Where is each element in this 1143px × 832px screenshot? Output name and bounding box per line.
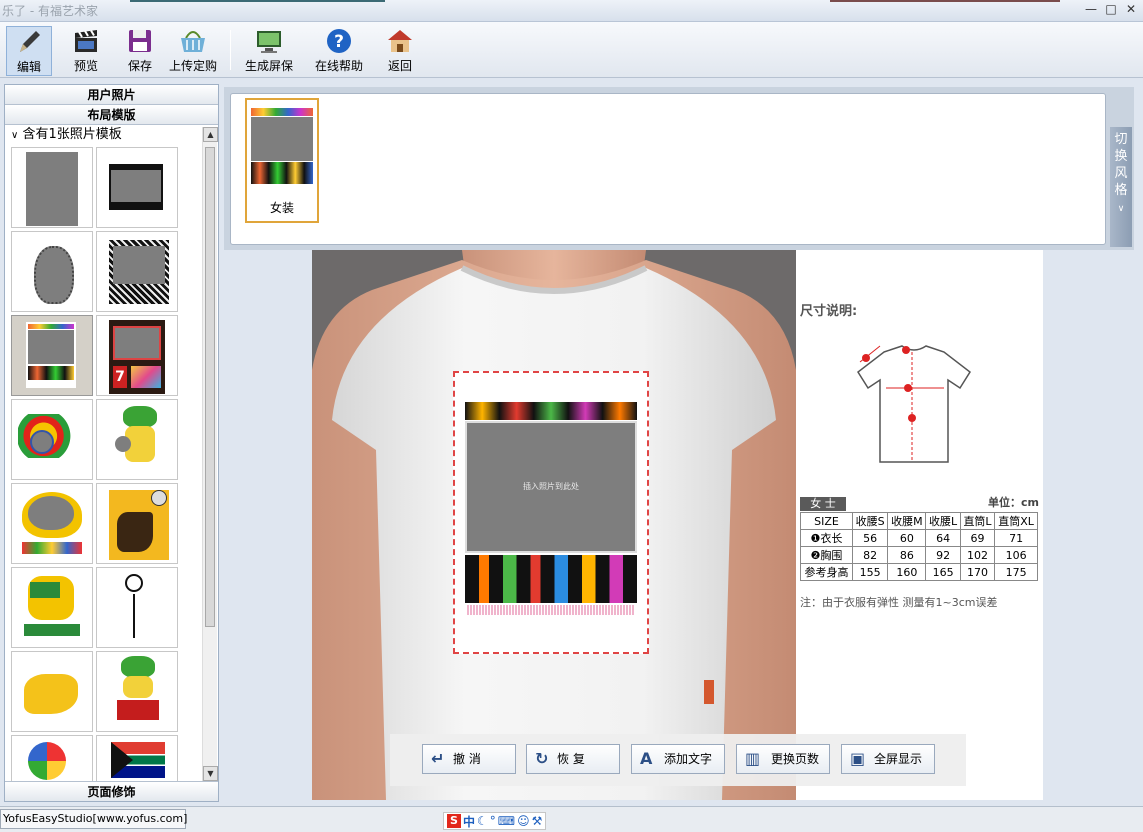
template-panel: 用户照片 布局模版 ∨ 含有1张照片模板 7 ▲ ▼ 页面修饰 [4, 84, 219, 802]
tshirt-model-photo: 插入照片到此处 [312, 250, 796, 800]
template-thumbnails: 7 [11, 147, 179, 781]
template-thumbnail[interactable] [96, 651, 178, 732]
text-a-icon: A [640, 749, 653, 768]
user-icon: ☺ [517, 814, 530, 828]
scroll-up-icon[interactable]: ▲ [203, 127, 218, 142]
wrench-icon: ⚒ [531, 814, 543, 828]
style-item-label: 女装 [269, 201, 294, 215]
photo-placeholder[interactable]: 插入照片到此处 [465, 421, 637, 553]
save-button[interactable]: 保存 [118, 26, 162, 76]
template-thumbnail[interactable] [96, 231, 178, 312]
clapperboard-icon [71, 26, 101, 56]
close-button[interactable]: ✕ [1123, 3, 1139, 17]
page-decoration-tab[interactable]: 页面修饰 [5, 781, 218, 801]
shopping-basket-icon [178, 26, 208, 56]
book-icon: ▥ [745, 749, 761, 768]
size-unit: 单位：cm [988, 496, 1039, 509]
size-category: 女 士 [800, 497, 846, 511]
template-thumbnail[interactable] [11, 399, 93, 480]
size-chart-title: 尺寸说明: [800, 304, 858, 319]
minimize-button[interactable]: — [1083, 3, 1099, 17]
template-thumbnail[interactable] [11, 567, 93, 648]
style-list: 女装 [230, 93, 1106, 245]
fullscreen-button[interactable]: ▣ 全屏显示 [841, 744, 935, 774]
template-group-header[interactable]: ∨ 含有1张照片模板 [5, 125, 218, 145]
style-panel: 女装 切换风格 ∨ [224, 87, 1134, 250]
title-accent [830, 0, 1060, 2]
size-table: SIZE 收腰S 收腰M 收腰L 直筒L 直筒XL ❶衣长 56 60 64 6… [800, 512, 1038, 581]
screensaver-button[interactable]: 生成屏保 [240, 26, 298, 76]
scroll-down-icon[interactable]: ▼ [203, 766, 218, 781]
edit-button[interactable]: 编辑 [6, 26, 52, 76]
redo-button[interactable]: ↻ 恢 复 [526, 744, 620, 774]
status-bar: YofusEasyStudio[www.yofus.com] [0, 806, 1143, 832]
template-thumbnail[interactable] [96, 399, 178, 480]
punctuation-icon: ° [489, 814, 496, 828]
preview-button[interactable]: 预览 [64, 26, 108, 76]
title-bar: 乐了 - 有福艺术家 — □ ✕ [0, 0, 1143, 22]
ime-toolbar[interactable]: S 中 ☾ ° ⌨ ☺ ⚒ [443, 812, 547, 830]
template-thumbnail[interactable] [96, 735, 178, 781]
back-button[interactable]: 返回 [380, 26, 420, 76]
template-thumbnail[interactable] [96, 147, 178, 228]
action-button-bar: ↵ 撤 消 ↻ 恢 复 A 添加文字 ▥ 更换页数 ▣ 全屏显示 [390, 734, 966, 786]
toolbar-separator [230, 30, 231, 70]
user-photos-tab[interactable]: 用户照片 [5, 85, 218, 105]
template-thumbnail[interactable] [96, 483, 178, 564]
template-thumbnail[interactable] [11, 483, 93, 564]
template-thumbnail-selected[interactable] [11, 315, 93, 396]
maximize-button[interactable]: □ [1103, 3, 1119, 17]
size-note: 注：由于衣服有弹性 测量有1~3cm误差 [800, 596, 998, 609]
moon-icon: ☾ [477, 814, 488, 828]
sogou-icon: S [447, 814, 461, 828]
title-accent [130, 0, 385, 2]
design-canvas: 插入照片到此处 尺寸说明: 女 士 单位：cm SIZE 收腰S 收腰M 收腰L… [224, 250, 1134, 802]
caption-lines [467, 605, 635, 615]
decoration-strip [465, 402, 637, 420]
home-icon [385, 26, 415, 56]
change-pages-button[interactable]: ▥ 更换页数 [736, 744, 830, 774]
switch-style-button[interactable]: 切换风格 ∨ [1110, 127, 1132, 247]
chevron-down-icon: ∨ [1117, 204, 1125, 214]
pencil-icon [14, 27, 44, 57]
style-item-womens[interactable]: 女装 [245, 98, 319, 223]
template-thumbnail[interactable] [11, 735, 93, 781]
add-text-button[interactable]: A 添加文字 [631, 744, 725, 774]
online-help-button[interactable]: ? 在线帮助 [310, 26, 368, 76]
template-thumbnail[interactable] [11, 231, 93, 312]
style-item-preview [251, 108, 313, 186]
toolbar: 编辑 预览 保存 上传定购 生成屏保 ? 在线帮助 返回 [0, 22, 1143, 78]
collapse-chevron-icon: ∨ [11, 130, 19, 141]
size-chart-panel: 尺寸说明: 女 士 单位：cm SIZE 收腰S 收腰M 收腰L 直筒L 直筒X… [796, 250, 1043, 800]
size-table-header: SIZE 收腰S 收腰M 收腰L 直筒L 直筒XL [800, 512, 1038, 530]
table-row: ❶衣长 56 60 64 69 71 [800, 529, 1038, 547]
keyboard-icon: ⌨ [497, 814, 516, 828]
redo-icon: ↻ [535, 749, 549, 768]
template-thumbnail[interactable] [96, 567, 178, 648]
table-row: 参考身高 155 160 165 170 175 [800, 563, 1038, 581]
ime-mode[interactable]: 中 [463, 813, 475, 830]
undo-button[interactable]: ↵ 撤 消 [422, 744, 516, 774]
handprint-strip [465, 555, 637, 603]
monitor-icon [254, 26, 284, 56]
template-scrollbar[interactable]: ▲ ▼ [202, 127, 218, 781]
table-row: ❷胸围 82 86 92 102 106 [800, 546, 1038, 564]
tshirt-diagram [857, 345, 971, 463]
layout-templates-tab[interactable]: 布局模版 [5, 105, 218, 125]
svg-text:?: ? [334, 32, 344, 52]
template-thumbnail[interactable]: 7 [96, 315, 178, 396]
upload-order-button[interactable]: 上传定购 [164, 26, 222, 76]
template-thumbnail[interactable] [11, 147, 93, 228]
window-title: 乐了 - 有福艺术家 [2, 4, 98, 18]
design-area[interactable]: 插入照片到此处 [453, 371, 649, 654]
monitor-icon: ▣ [850, 749, 866, 768]
undo-icon: ↵ [431, 749, 445, 768]
help-icon: ? [324, 26, 354, 56]
status-app-name: YofusEasyStudio[www.yofus.com] [0, 809, 187, 829]
template-thumbnail[interactable] [11, 651, 93, 732]
scrollbar-thumb[interactable] [205, 147, 215, 627]
floppy-disk-icon [125, 26, 155, 56]
